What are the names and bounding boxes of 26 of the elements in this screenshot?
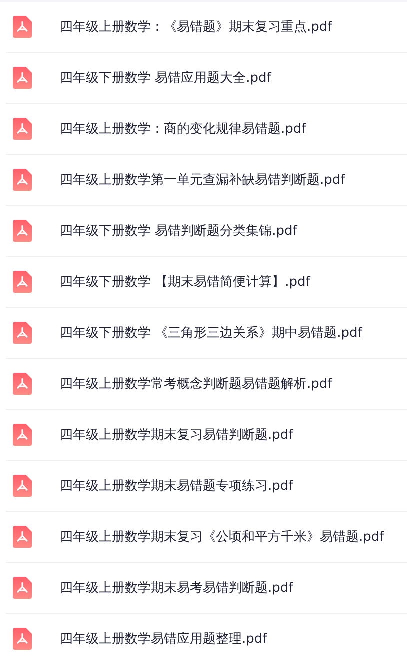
pdf-file-icon (13, 67, 32, 89)
pdf-file-icon (13, 118, 32, 140)
file-name[interactable]: 四年级上册数学常考概念判断题易错题解析.pdf (60, 375, 332, 393)
pdf-file-icon (13, 628, 32, 650)
pdf-file-icon (13, 16, 32, 38)
file-name[interactable]: 四年级上册数学期末易考易错判断题.pdf (60, 579, 294, 597)
file-name[interactable]: 四年级下册数学 易错应用题大全.pdf (60, 69, 272, 87)
pdf-file-icon (13, 475, 32, 497)
file-name[interactable]: 四年级上册数学：《易错题》期末复习重点.pdf (60, 18, 332, 36)
pdf-file-icon (13, 373, 32, 395)
file-name[interactable]: 四年级上册数学易错应用题整理.pdf (60, 630, 268, 648)
pdf-file-icon (13, 322, 32, 344)
file-name[interactable]: 四年级上册数学期末复习易错判断题.pdf (60, 426, 294, 444)
file-name[interactable]: 四年级下册数学 《三角形三边关系》期中易错题.pdf (60, 324, 362, 342)
file-name[interactable]: 四年级下册数学 【期末易错简便计算】.pdf (60, 273, 310, 291)
pdf-file-icon (13, 220, 32, 242)
pdf-file-icon (13, 424, 32, 446)
file-name[interactable]: 四年级上册数学第一单元查漏补缺易错判断题.pdf (60, 171, 346, 189)
pdf-file-icon (13, 169, 32, 191)
pdf-file-icon (13, 271, 32, 293)
file-name[interactable]: 四年级上册数学期末易错题专项练习.pdf (60, 477, 294, 495)
file-name[interactable]: 四年级下册数学 易错判断题分类集锦.pdf (60, 222, 298, 240)
file-name[interactable]: 四年级上册数学：商的变化规律易错题.pdf (60, 120, 306, 138)
pdf-file-icon (13, 526, 32, 548)
pdf-file-icon (13, 577, 32, 599)
file-name[interactable]: 四年级上册数学期末复习《公顷和平方千米》易错题.pdf (60, 528, 384, 546)
